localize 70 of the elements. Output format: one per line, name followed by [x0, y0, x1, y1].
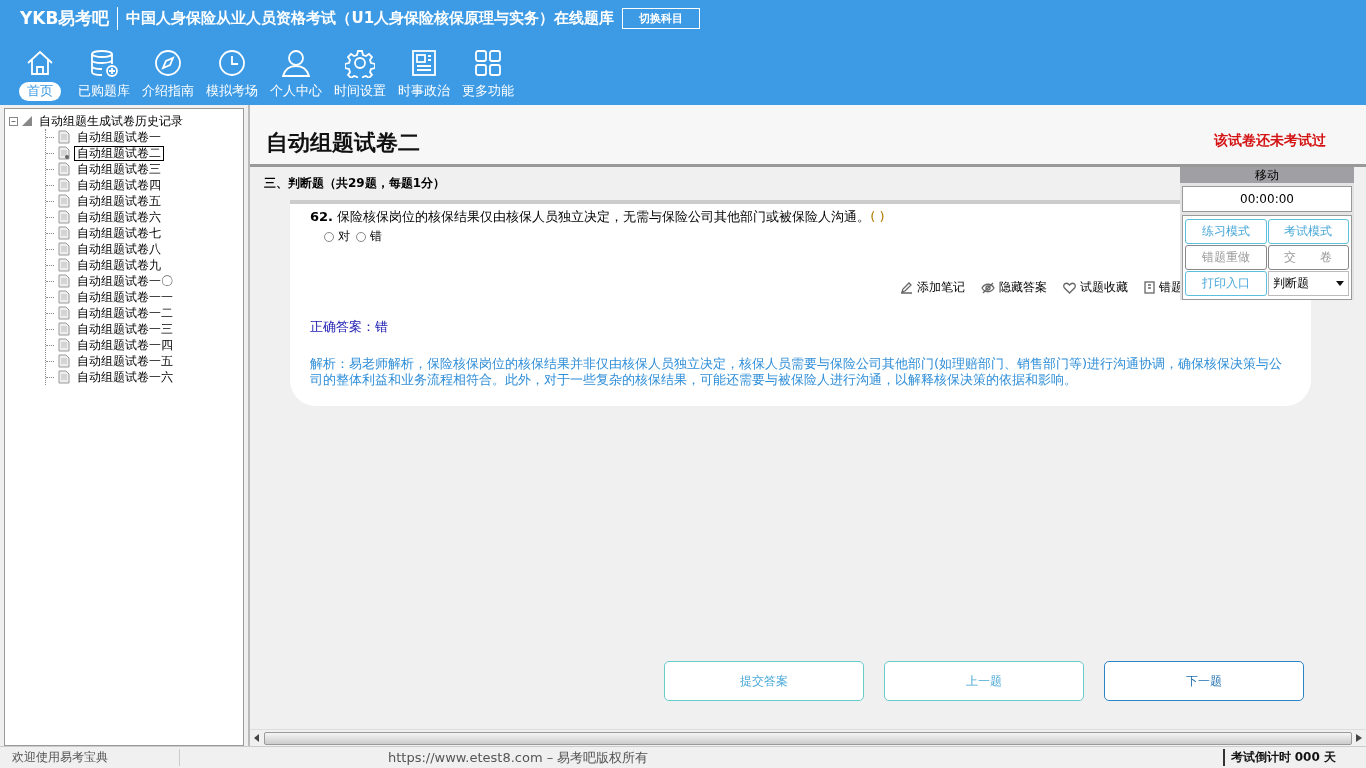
tree-root-label[interactable]: 自动组题生成试卷历史记录	[36, 113, 186, 129]
tree-item[interactable]: 自动组题试卷七	[74, 225, 164, 241]
answer-option[interactable]: 对	[324, 228, 350, 245]
tree-item[interactable]: 自动组题试卷一五	[74, 353, 176, 369]
settings-icon	[345, 48, 375, 78]
tree-item[interactable]: 自动组题试卷一一	[74, 289, 176, 305]
tree-item[interactable]: 自动组题试卷九	[74, 257, 164, 273]
compass-icon	[153, 48, 183, 78]
triangle-icon	[22, 116, 32, 126]
toolbar-link[interactable]: 试题收藏	[1063, 279, 1128, 296]
newspaper-icon	[409, 48, 439, 78]
document-pin-icon	[58, 146, 70, 160]
document-icon	[58, 274, 70, 288]
pencil-icon	[900, 281, 913, 294]
answer-option[interactable]: 错	[356, 228, 382, 245]
document-icon	[58, 306, 70, 320]
app-logo: YKB易考吧	[20, 6, 119, 30]
panel-title[interactable]: 移动	[1180, 167, 1354, 183]
tree-item[interactable]: 自动组题试卷一六	[74, 369, 176, 385]
tree-item[interactable]: 自动组题试卷一二	[74, 305, 176, 321]
scroll-left-icon[interactable]	[254, 734, 260, 742]
paper-title: 自动组题试卷二	[266, 129, 420, 157]
heart-icon	[1063, 281, 1076, 294]
tree-item[interactable]: 自动组题试卷一四	[74, 337, 176, 353]
tree-item[interactable]: 自动组题试卷一〇	[74, 273, 176, 289]
tree-item[interactable]: 自动组题试卷五	[74, 193, 164, 209]
question-text: 62. 保险核保岗位的核保结果仅由核保人员独立决定，无需与保险公司其他部门或被保险人沟通。( )	[310, 208, 886, 226]
countdown-text: 考试倒计时 000 天	[1222, 749, 1366, 766]
copyright-text: https://www.etest8.com – 易考吧版权所有	[387, 748, 650, 767]
document-icon	[58, 162, 70, 176]
tree-item[interactable]: 自动组题试卷二	[74, 145, 164, 161]
notebook-icon	[1144, 281, 1155, 294]
correct-answer: 正确答案：错	[310, 318, 389, 336]
answer-analysis: 解析：易老师解析，保险核保岗位的核保结果并非仅由核保人员独立决定，核保人员需要与保险公司其他部门(如理赔部门、销售部门等)进行沟通协调，确保核保决策与公司的整体利益和业务流程相符合。此外，对于一些复杂的核保结果，可能还需要与被保险人进行沟通，以解释核保决策的依据和影响。	[310, 356, 1284, 388]
welcome-text: 欢迎使用易考宝典	[0, 749, 180, 766]
question-type-select[interactable]: 判断题	[1267, 271, 1349, 296]
document-icon	[58, 178, 70, 192]
grid-icon	[473, 48, 503, 78]
tree-item[interactable]: 自动组题试卷三	[74, 161, 164, 177]
scroll-right-icon[interactable]	[1356, 734, 1362, 742]
clock-icon	[217, 48, 247, 78]
tree-item[interactable]: 自动组题试卷一三	[74, 321, 176, 337]
exam-status: 该试卷还未考试过	[1214, 132, 1326, 150]
document-icon	[58, 354, 70, 368]
tree-item[interactable]: 自动组题试卷六	[74, 209, 164, 225]
toolbar-link[interactable]: 添加笔记	[900, 279, 965, 296]
timer-display: 00:00:00	[1182, 186, 1352, 212]
user-icon	[281, 48, 311, 78]
eye-icon	[981, 281, 995, 294]
document-icon	[58, 130, 70, 144]
document-icon	[58, 370, 70, 384]
tree-item[interactable]: 自动组题试卷八	[74, 241, 164, 257]
document-icon	[58, 210, 70, 224]
document-icon	[58, 338, 70, 352]
horizontal-scrollbar[interactable]	[250, 729, 1366, 746]
database-icon	[89, 48, 119, 78]
document-icon	[58, 290, 70, 304]
document-icon	[58, 322, 70, 336]
home-icon	[25, 48, 55, 78]
document-icon	[58, 242, 70, 256]
caret-icon	[1336, 281, 1344, 286]
exam-title: 中国人身保险从业人员资格考试（U1人身保险核保原理与实务）在线题库	[126, 8, 615, 28]
tree-item[interactable]: 自动组题试卷一	[74, 129, 164, 145]
document-icon	[58, 226, 70, 240]
nav-action-button[interactable]: 下一题	[1104, 661, 1304, 701]
document-icon	[58, 258, 70, 272]
tree-item[interactable]: 自动组题试卷四	[74, 177, 164, 193]
toolbar-link[interactable]: 隐藏答案	[981, 279, 1047, 296]
document-icon	[58, 194, 70, 208]
collapse-toggle[interactable]	[9, 116, 18, 126]
